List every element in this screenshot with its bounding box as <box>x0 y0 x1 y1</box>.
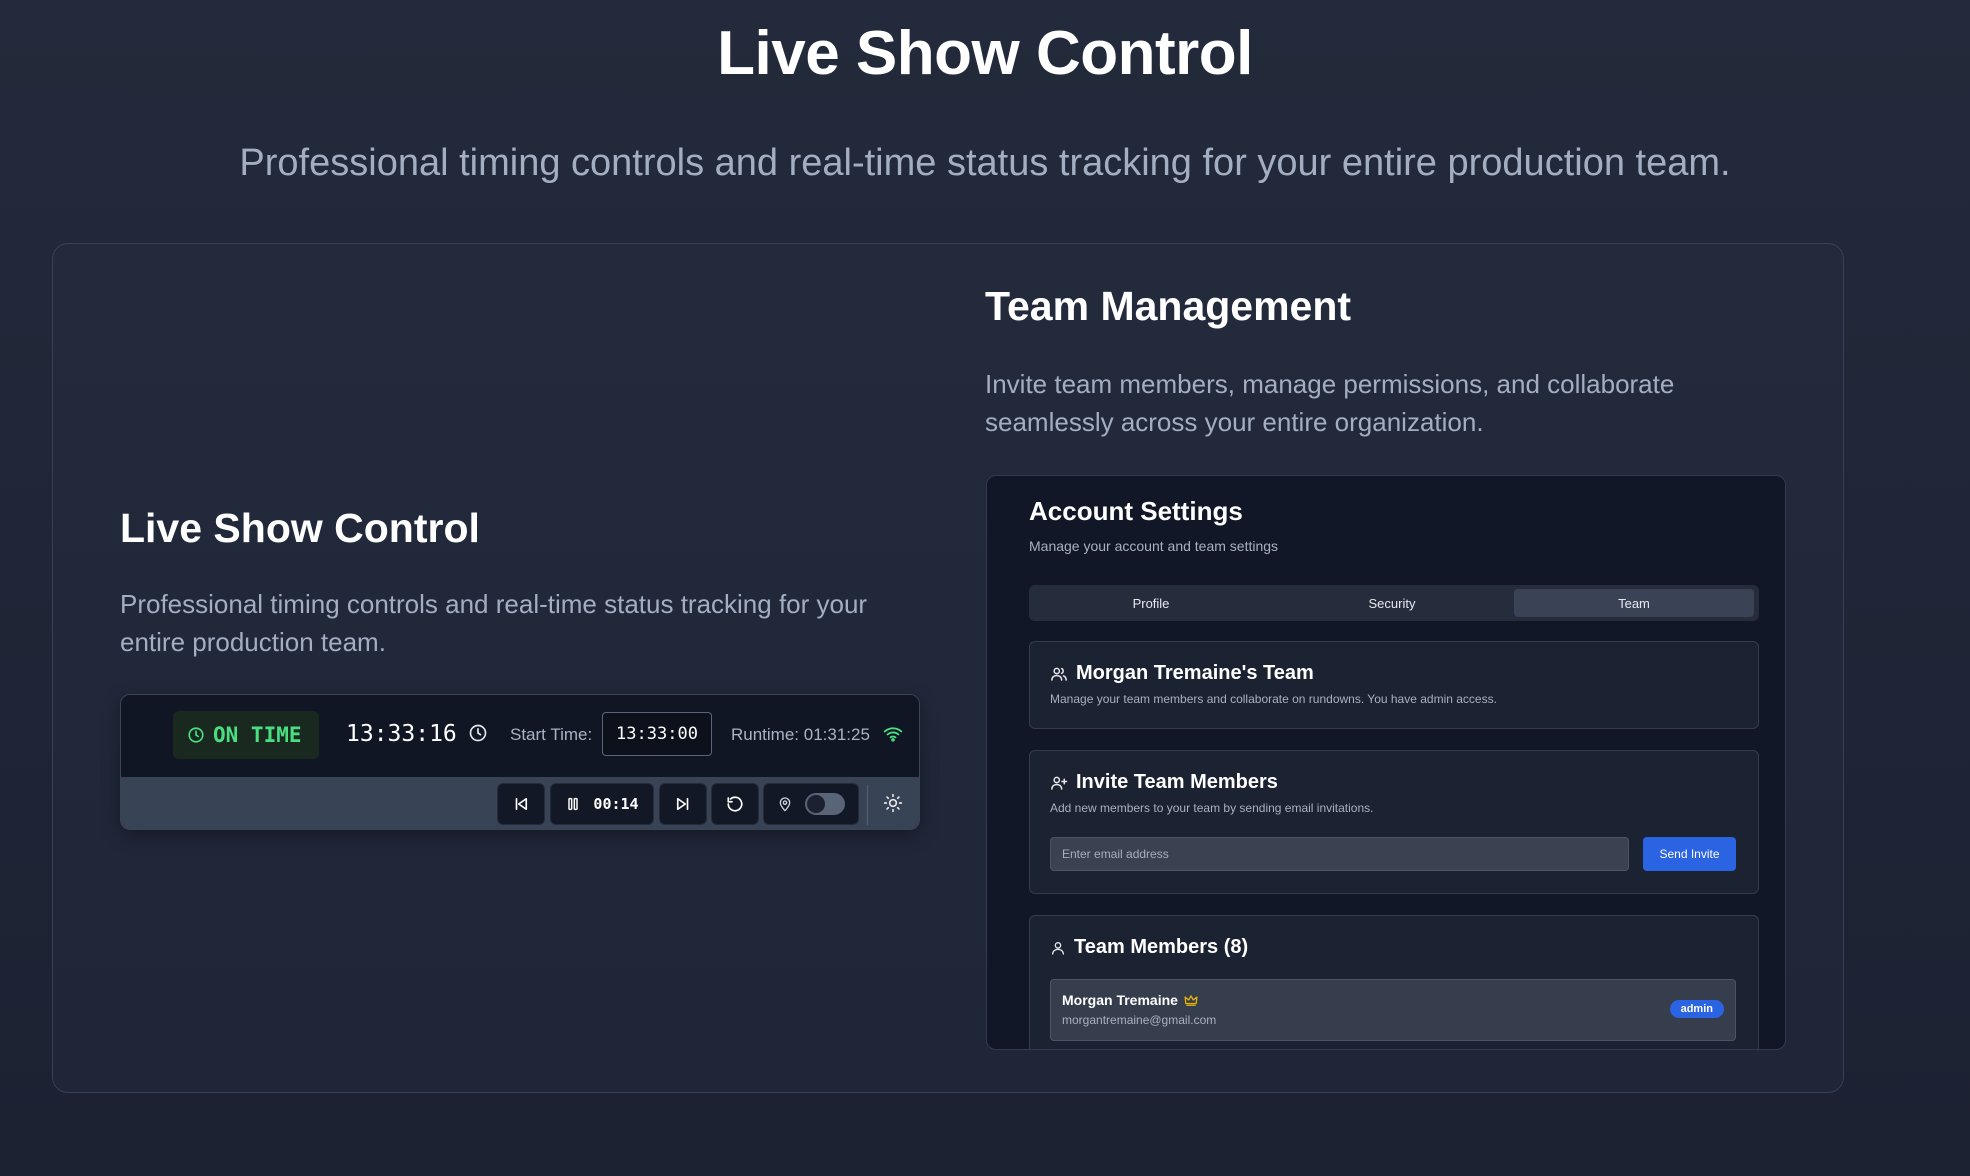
member-name-row: Morgan Tremaine <box>1062 992 1198 1008</box>
show-status-row: ON TIME 13:33:16 Start Time: 13:33:00 Ru… <box>121 695 919 777</box>
status-text: ON TIME <box>213 723 302 747</box>
invite-card-description: Add new members to your team by sending … <box>1050 801 1374 815</box>
start-time-input[interactable]: 13:33:00 <box>602 712 712 756</box>
hero-title: Live Show Control <box>717 19 1253 88</box>
crown-icon <box>1184 995 1198 1006</box>
clock-icon <box>469 724 487 742</box>
controls-divider <box>867 785 868 825</box>
sun-icon[interactable] <box>883 793 903 813</box>
pause-icon <box>568 797 579 811</box>
tab-security[interactable]: Security <box>1272 589 1512 617</box>
hero-subtitle: Professional timing controls and real-ti… <box>239 142 1731 184</box>
show-control-bar: ON TIME 13:33:16 Start Time: 13:33:00 Ru… <box>120 694 920 830</box>
account-settings-title: Account Settings <box>1029 496 1243 526</box>
team-members-header: Team Members (8) <box>1050 936 1248 959</box>
previous-segment-button[interactable] <box>497 783 545 825</box>
live-show-title: Live Show Control <box>120 505 480 551</box>
user-icon <box>1052 941 1064 955</box>
tab-profile[interactable]: Profile <box>1031 589 1271 617</box>
skip-forward-icon <box>676 797 689 811</box>
member-email: morgantremaine@gmail.com <box>1062 1013 1217 1027</box>
list-item[interactable]: Morgan Tremaine morgantremaine@gmail.com… <box>1050 979 1736 1041</box>
send-invite-button[interactable]: Send Invite <box>1643 837 1736 871</box>
role-badge: admin <box>1669 1000 1724 1018</box>
member-name: Morgan Tremaine <box>1062 992 1178 1008</box>
next-segment-button[interactable] <box>659 783 707 825</box>
location-switch[interactable] <box>805 793 845 815</box>
team-card-description: Manage your team members and collaborate… <box>1050 692 1497 706</box>
location-toggle[interactable] <box>763 783 859 825</box>
live-show-description: Professional timing controls and real-ti… <box>120 589 868 657</box>
current-time: 13:33:16 <box>346 721 457 747</box>
team-card-header: Morgan Tremaine's Team <box>1050 662 1314 685</box>
transport-controls: 00:14 <box>121 777 919 829</box>
account-settings-window: Account Settings Manage your account and… <box>986 475 1786 1050</box>
team-members-title: Team Members (8) <box>1074 936 1249 958</box>
user-plus-icon <box>1051 776 1068 790</box>
reset-icon <box>727 796 743 812</box>
map-pin-icon <box>779 797 791 812</box>
segment-timer: 00:14 <box>593 795 639 813</box>
status-badge: ON TIME <box>173 711 319 759</box>
skip-back-icon <box>515 797 528 811</box>
team-management-description: Invite team members, manage permissions,… <box>985 369 1675 437</box>
team-card: Morgan Tremaine's Team Manage your team … <box>1029 641 1759 729</box>
team-members-card: Team Members (8) Morgan Tremaine morgant… <box>1029 915 1759 1049</box>
page: Live Show Control Professional timing co… <box>0 0 1970 1176</box>
account-settings-subtitle: Manage your account and team settings <box>1029 538 1279 554</box>
runtime-readout: Runtime: 01:31:25 <box>731 725 870 744</box>
team-card-title: Morgan Tremaine's Team <box>1076 662 1314 684</box>
invite-card: Invite Team Members Add new members to y… <box>1029 750 1759 894</box>
start-time-label: Start Time: <box>510 725 593 744</box>
pause-button[interactable]: 00:14 <box>550 783 654 825</box>
users-icon <box>1051 667 1067 681</box>
settings-tabs: Profile Security Team <box>1029 585 1759 621</box>
reset-button[interactable] <box>711 783 759 825</box>
team-management-title: Team Management <box>985 283 1352 329</box>
invite-card-title: Invite Team Members <box>1076 771 1278 793</box>
invite-card-header: Invite Team Members <box>1050 771 1278 794</box>
email-input[interactable] <box>1050 837 1629 871</box>
clock-icon <box>188 727 204 743</box>
tab-team[interactable]: Team <box>1514 589 1754 617</box>
wifi-icon <box>883 727 903 742</box>
